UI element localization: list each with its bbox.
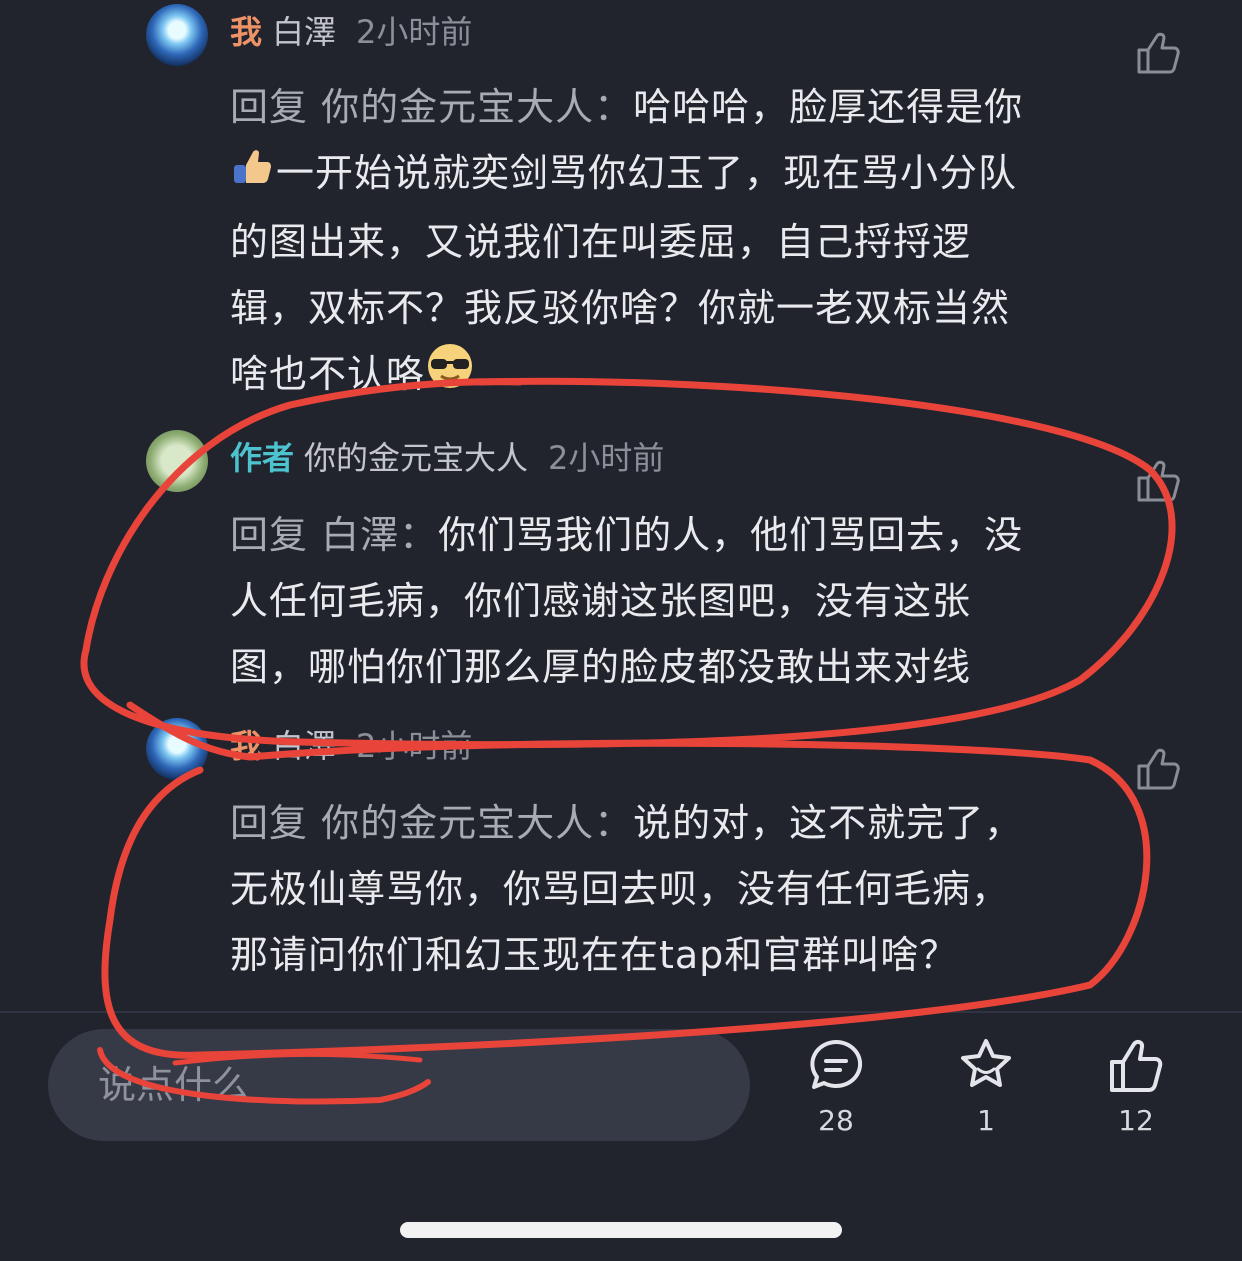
- comment-body: 回复 白澤：你们骂我们的人，他们骂回去，没 人任何毛病，你们感谢这张图吧，没有这…: [230, 502, 1110, 700]
- comment-body: 回复 你的金元宝大人：说的对，这不就完了， 无极仙尊骂你，你骂回去呗，没有任何毛…: [230, 790, 1110, 988]
- reply-prefix: 回复 你的金元宝大人：: [230, 85, 634, 129]
- me-tag: 我: [230, 727, 263, 765]
- comment-bubble-icon: [810, 1039, 863, 1089]
- comment-line: 图，哪怕你们那么厚的脸皮都没敢出来对线: [230, 645, 972, 689]
- username[interactable]: 白澤: [272, 13, 336, 51]
- thumbs-up-icon[interactable]: [1134, 28, 1184, 78]
- comment-button[interactable]: 28: [786, 1036, 886, 1137]
- comment-line: 啥也不认咯: [230, 351, 426, 396]
- comment-input[interactable]: 说点什么: [48, 1029, 750, 1141]
- comment-line: 辑，双标不？我反驳你啥？你就一老双标当然: [230, 285, 1011, 330]
- avatar[interactable]: [146, 4, 208, 66]
- thumbs-up-icon[interactable]: [1134, 456, 1184, 506]
- comment-meta: 我白澤 2小时前: [230, 726, 472, 766]
- timestamp: 2小时前: [548, 439, 665, 477]
- like-count: 12: [1118, 1104, 1154, 1137]
- timestamp: 2小时前: [356, 13, 473, 51]
- comment-meta: 我白澤 2小时前: [230, 12, 472, 52]
- star-icon: [961, 1039, 1011, 1087]
- avatar[interactable]: [146, 430, 208, 492]
- comment-line: 一开始说就奕剑骂你幻玉了，现在骂小分队: [276, 151, 1018, 195]
- comment-line: 你们骂我们的人，他们骂回去，没: [438, 513, 1024, 557]
- comment-line: 无极仙尊骂你，你骂回去呗，没有任何毛病，: [230, 867, 1011, 911]
- comment-line: 哈哈哈，脸厚还得是你: [633, 85, 1024, 129]
- thumbs-up-icon: [1110, 1039, 1163, 1092]
- reply-prefix: 回复 白澤：: [230, 513, 439, 557]
- divider: [0, 1011, 1242, 1013]
- favorite-count: 1: [977, 1104, 995, 1137]
- timestamp: 2小时前: [356, 727, 473, 765]
- comment-meta: 作者 你的金元宝大人 2小时前: [230, 438, 664, 478]
- thumbs-up-emoji-icon: [230, 143, 276, 209]
- username[interactable]: 白澤: [272, 727, 336, 765]
- comment-body: 回复 你的金元宝大人：哈哈哈，脸厚还得是你 一开始说就奕剑骂你幻玉了，现在骂小分…: [230, 74, 1110, 411]
- comment-line: 的图出来，又说我们在叫委屈，自己捋捋逻: [230, 219, 972, 264]
- comment-line: 说的对，这不就完了，: [633, 801, 1024, 845]
- comment-line: 人任何毛病，你们感谢这张图吧，没有这张: [230, 579, 972, 623]
- comment-count: 28: [818, 1104, 854, 1137]
- reply-prefix: 回复 你的金元宝大人：: [230, 801, 634, 845]
- favorite-button[interactable]: 1: [936, 1036, 1036, 1137]
- sunglasses-emoji-icon: [425, 341, 475, 411]
- input-placeholder: 说点什么: [98, 1063, 251, 1107]
- author-tag: 作者: [230, 439, 295, 477]
- me-tag: 我: [230, 13, 263, 51]
- thumbs-up-icon[interactable]: [1134, 744, 1184, 794]
- avatar[interactable]: [146, 718, 208, 780]
- like-button[interactable]: 12: [1086, 1036, 1186, 1137]
- username[interactable]: 你的金元宝大人: [304, 439, 528, 477]
- comment-line: 那请问你们和幻玉现在在tap和官群叫啥？: [230, 933, 959, 977]
- home-indicator[interactable]: [400, 1222, 842, 1238]
